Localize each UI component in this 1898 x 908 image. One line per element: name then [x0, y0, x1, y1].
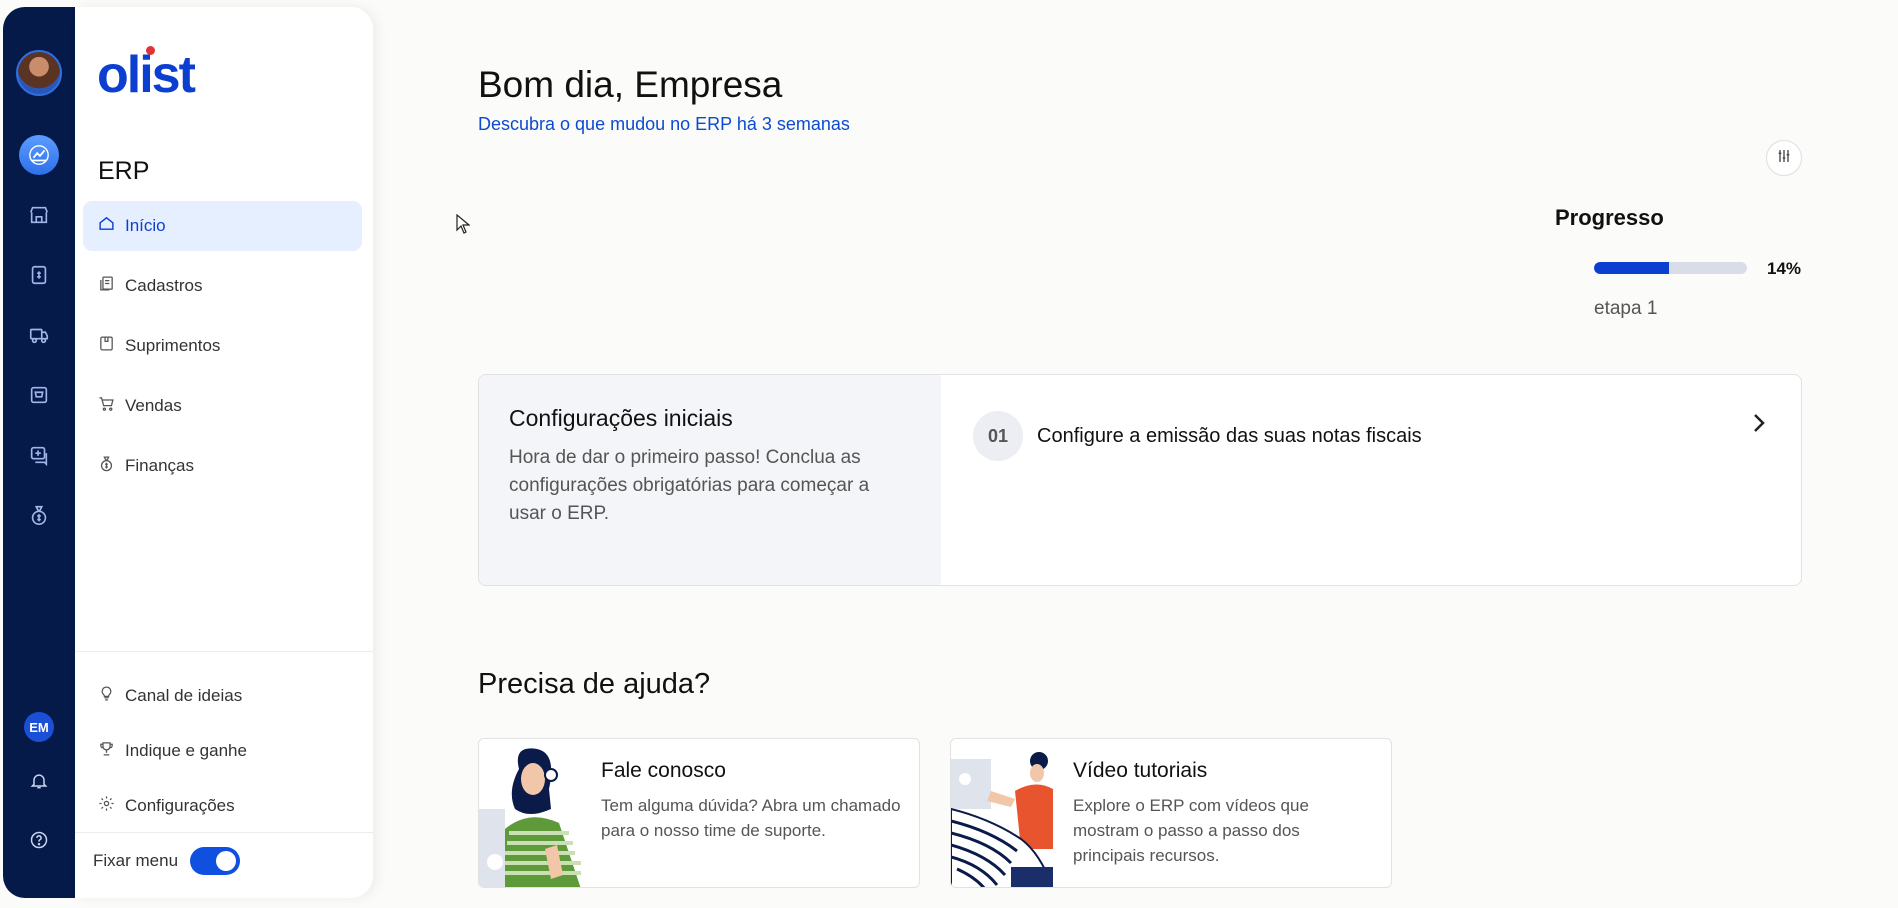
box-icon — [97, 335, 115, 357]
page-title: Bom dia, Empresa — [478, 64, 783, 105]
chevron-right-icon[interactable] — [1751, 411, 1767, 442]
support-icon[interactable] — [19, 435, 59, 475]
whats-new-link[interactable]: Descubra o que mudou no ERP há 3 semanas — [478, 114, 850, 135]
divider — [75, 832, 373, 833]
nav-label: Início — [125, 216, 166, 235]
pin-menu-label: Fixar menu — [93, 851, 179, 870]
nav-label: Indique e ganhe — [125, 741, 247, 760]
divider — [75, 651, 373, 652]
sliders-icon — [1776, 148, 1792, 169]
help-section-title: Precisa de ajuda? — [478, 668, 711, 700]
help-icon[interactable] — [19, 820, 59, 860]
progress-title: Progresso — [1555, 205, 1664, 230]
nav-item-configuracoes[interactable]: Configurações — [83, 781, 362, 831]
nav-label: Cadastros — [125, 276, 203, 295]
progress-bar-fill — [1594, 262, 1669, 274]
video-tutorial-illustration — [951, 739, 1054, 887]
dashboard-icon[interactable] — [19, 135, 59, 175]
help-card-text: Tem alguma dúvida? Abra um chamado para … — [601, 796, 901, 840]
files-icon — [97, 275, 115, 297]
app-title: ERP — [98, 157, 150, 185]
help-card-title: Vídeo tutoriais — [1073, 759, 1208, 782]
progress-step: etapa 1 — [1594, 298, 1658, 319]
progress-percent: 14% — [1767, 259, 1802, 278]
home-icon — [97, 215, 115, 237]
trophy-icon — [97, 740, 115, 762]
help-card-contact[interactable]: Fale conosco Tem alguma dúvida? Abra um … — [478, 738, 920, 888]
store-icon[interactable] — [19, 195, 59, 235]
bell-icon[interactable] — [19, 761, 59, 801]
nav-label: Vendas — [125, 396, 182, 415]
support-agent-illustration — [479, 739, 581, 887]
secondary-nav: Canal de ideias Indique e ganhe Configur… — [83, 671, 362, 836]
setup-title: Configurações iniciais — [509, 405, 733, 431]
main-nav: Início Cadastros Suprimentos Vendas Fina… — [83, 201, 362, 501]
logo-dot — [146, 46, 155, 55]
receipt-icon[interactable] — [19, 255, 59, 295]
money-bag-icon[interactable] — [19, 495, 59, 535]
olist-logo[interactable]: olist — [97, 46, 196, 104]
user-initials-badge[interactable]: EM — [24, 712, 54, 742]
pin-menu-row: Fixar menu — [93, 847, 241, 875]
customize-button[interactable] — [1766, 140, 1802, 176]
cart-icon[interactable] — [19, 375, 59, 415]
lightbulb-icon — [97, 685, 115, 707]
money-bag-icon — [97, 455, 115, 477]
gear-icon — [97, 795, 115, 817]
sidebar: olist ERP Início Cadastros Suprimentos V… — [75, 7, 373, 898]
nav-item-indique-e-ganhe[interactable]: Indique e ganhe — [83, 726, 362, 776]
nav-label: Suprimentos — [125, 336, 221, 355]
cart-icon — [97, 395, 115, 417]
help-card-videos[interactable]: Vídeo tutoriais Explore o ERP com vídeos… — [950, 738, 1392, 888]
pin-menu-toggle[interactable] — [190, 847, 241, 875]
delivery-icon[interactable] — [19, 315, 59, 355]
nav-item-financas[interactable]: Finanças — [83, 441, 362, 491]
step-text: Configure a emissão das suas notas fisca… — [1037, 425, 1422, 447]
nav-item-inicio[interactable]: Início — [83, 201, 362, 251]
progress-bar — [1594, 262, 1747, 274]
nav-label: Canal de ideias — [125, 686, 243, 705]
help-card-text: Explore o ERP com vídeos que mostram o p… — [1073, 796, 1309, 865]
setup-step-item[interactable]: 01 Configure a emissão das suas notas fi… — [941, 375, 1801, 585]
step-number: 01 — [973, 411, 1023, 461]
nav-item-canal-de-ideias[interactable]: Canal de ideias — [83, 671, 362, 721]
setup-intro: Configurações iniciais Hora de dar o pri… — [479, 375, 941, 585]
nav-item-suprimentos[interactable]: Suprimentos — [83, 321, 362, 371]
help-card-title: Fale conosco — [601, 759, 726, 782]
nav-label: Finanças — [125, 456, 194, 475]
logo-text: olist — [97, 46, 196, 104]
app-rail: EM — [3, 7, 75, 898]
setup-card: Configurações iniciais Hora de dar o pri… — [478, 374, 1802, 586]
nav-item-vendas[interactable]: Vendas — [83, 381, 362, 431]
nav-item-cadastros[interactable]: Cadastros — [83, 261, 362, 311]
setup-description: Hora de dar o primeiro passo! Conclua as… — [509, 447, 870, 524]
mouse-cursor-icon — [456, 213, 471, 239]
user-avatar[interactable] — [16, 50, 62, 96]
nav-label: Configurações — [125, 796, 235, 815]
